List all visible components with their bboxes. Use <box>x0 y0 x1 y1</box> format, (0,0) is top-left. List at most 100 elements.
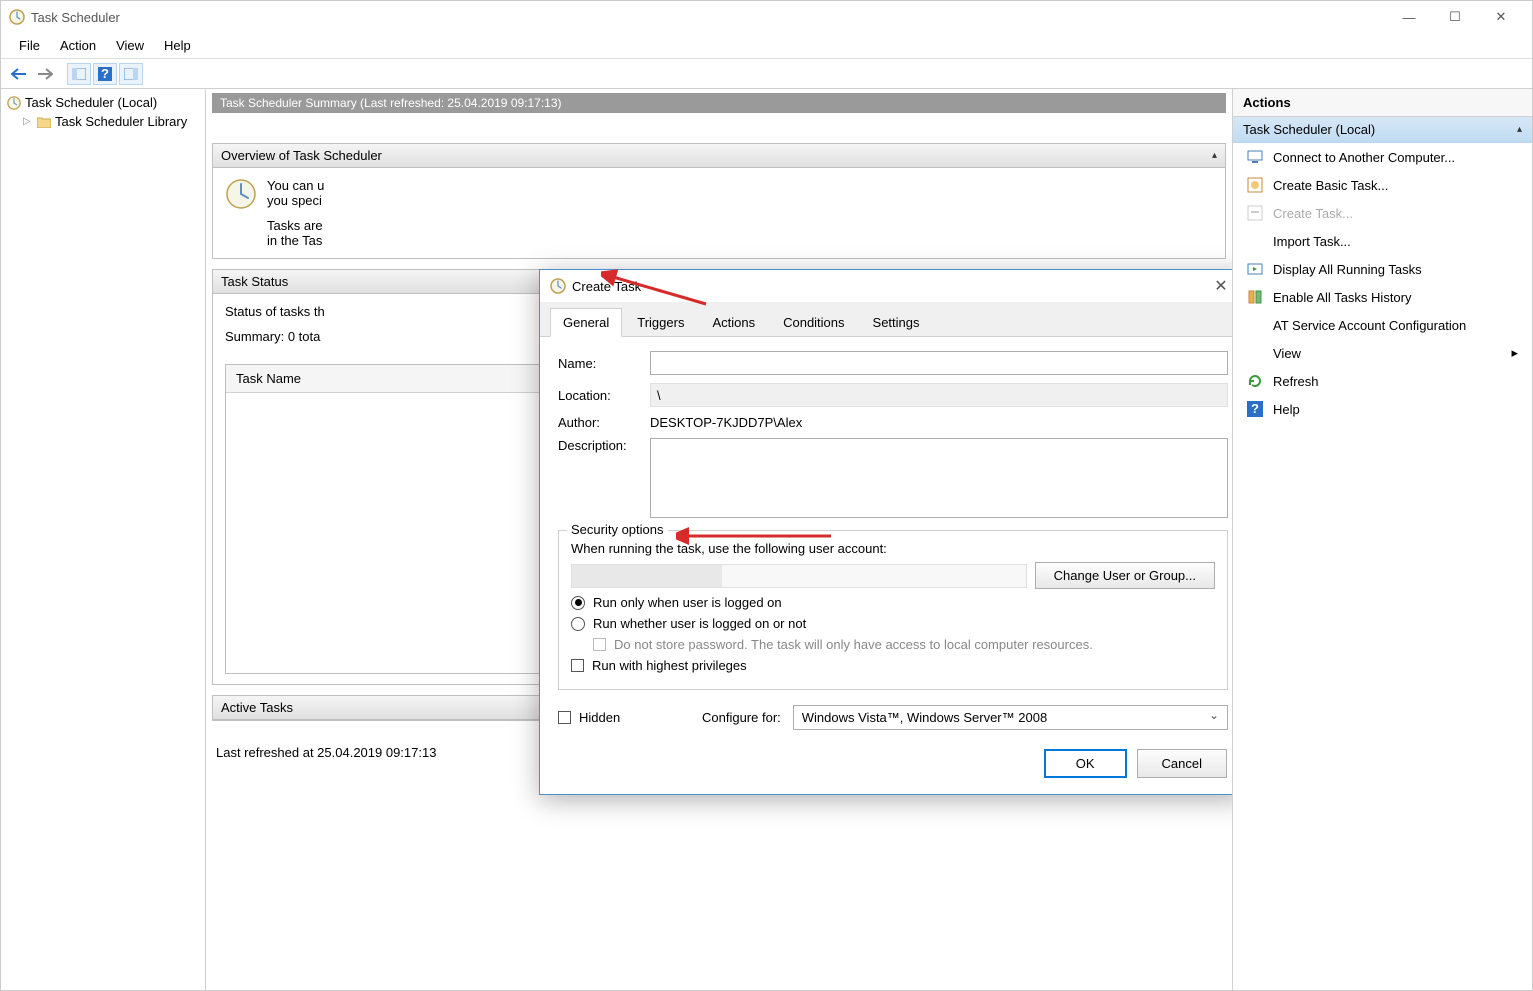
back-button[interactable] <box>7 63 31 85</box>
author-label: Author: <box>558 415 638 430</box>
create-task-dialog: Create Task ✕ General Triggers Actions C… <box>539 269 1232 795</box>
tab-row: General Triggers Actions Conditions Sett… <box>540 302 1232 337</box>
action-create-basic[interactable]: Create Basic Task... <box>1233 171 1532 199</box>
configure-for-label: Configure for: <box>702 710 781 725</box>
close-button[interactable]: ✕ <box>1478 1 1524 33</box>
location-value: \ <box>650 383 1228 407</box>
menu-view[interactable]: View <box>106 35 154 56</box>
actions-section[interactable]: Task Scheduler (Local) ▴ <box>1233 117 1532 143</box>
checkbox-hidden[interactable] <box>558 711 571 724</box>
tree-root[interactable]: Task Scheduler (Local) <box>5 93 201 112</box>
clock-icon <box>550 278 566 294</box>
maximize-button[interactable]: ☐ <box>1432 1 1478 33</box>
when-running-label: When running the task, use the following… <box>571 541 1215 556</box>
tree-library[interactable]: ▷ Task Scheduler Library <box>5 112 201 131</box>
action-display-running-label: Display All Running Tasks <box>1273 262 1422 277</box>
dialog-title-text: Create Task <box>572 279 1206 294</box>
action-enable-history[interactable]: Enable All Tasks History <box>1233 283 1532 311</box>
submenu-arrow-icon: ▸ <box>1511 345 1518 361</box>
minimize-button[interactable]: — <box>1386 1 1432 33</box>
checkbox-no-store-password <box>593 638 606 651</box>
overview-line1: You can u <box>267 178 324 193</box>
clock-icon <box>225 178 257 210</box>
action-import-label: Import Task... <box>1273 234 1351 249</box>
tab-settings[interactable]: Settings <box>860 308 933 336</box>
expander-icon[interactable]: ▷ <box>23 116 33 127</box>
cancel-button[interactable]: Cancel <box>1137 749 1227 778</box>
name-input[interactable] <box>650 351 1228 375</box>
status-line2: Summary: 0 tota <box>225 329 320 344</box>
collapse-up-icon: ▴ <box>1517 124 1522 135</box>
overview-panel: Overview of Task Scheduler ▴ You can u y… <box>212 143 1226 259</box>
show-hide-actions-button[interactable] <box>119 63 143 85</box>
security-options-group: Security options When running the task, … <box>558 530 1228 690</box>
tree-root-label: Task Scheduler (Local) <box>25 95 157 110</box>
overview-line3: Tasks are <box>267 218 323 233</box>
action-connect[interactable]: Connect to Another Computer... <box>1233 143 1532 171</box>
dialog-close-button[interactable]: ✕ <box>1206 276 1232 296</box>
action-at-config-label: AT Service Account Configuration <box>1273 318 1466 333</box>
history-icon <box>1247 289 1263 305</box>
configure-for-select[interactable]: Windows Vista™, Windows Server™ 2008 <box>793 705 1228 730</box>
computer-icon <box>1247 149 1263 165</box>
security-legend: Security options <box>567 522 668 537</box>
task-icon <box>1247 205 1263 221</box>
tree-pane: Task Scheduler (Local) ▷ Task Scheduler … <box>1 89 206 990</box>
tree-library-label: Task Scheduler Library <box>55 114 187 129</box>
running-tasks-icon <box>1247 261 1263 277</box>
hidden-label: Hidden <box>579 710 620 725</box>
action-connect-label: Connect to Another Computer... <box>1273 150 1455 165</box>
radio-run-whether-label: Run whether user is logged on or not <box>593 616 806 631</box>
clock-icon <box>7 96 21 110</box>
menu-file[interactable]: File <box>9 35 50 56</box>
action-create-task-label: Create Task... <box>1273 206 1353 221</box>
description-label: Description: <box>558 438 638 453</box>
action-refresh[interactable]: Refresh <box>1233 367 1532 395</box>
action-create-task[interactable]: Create Task... <box>1233 199 1532 227</box>
active-tasks-title: Active Tasks <box>221 700 293 715</box>
help-toolbar-button[interactable]: ? <box>93 63 117 85</box>
summary-header: Task Scheduler Summary (Last refreshed: … <box>212 93 1226 113</box>
action-at-config[interactable]: AT Service Account Configuration <box>1233 311 1532 339</box>
radio-run-logged-on-label: Run only when user is logged on <box>593 595 782 610</box>
folder-icon <box>37 116 51 128</box>
actions-header: Actions <box>1233 89 1532 117</box>
action-view[interactable]: View ▸ <box>1233 339 1532 367</box>
tab-triggers[interactable]: Triggers <box>624 308 697 336</box>
action-help[interactable]: ? Help <box>1233 395 1532 423</box>
menubar: File Action View Help <box>1 33 1532 59</box>
configure-for-value: Windows Vista™, Windows Server™ 2008 <box>802 710 1047 725</box>
menu-action[interactable]: Action <box>50 35 106 56</box>
clock-icon <box>9 9 25 25</box>
highest-privileges-label: Run with highest privileges <box>592 658 747 673</box>
action-help-label: Help <box>1273 402 1300 417</box>
show-hide-tree-button[interactable] <box>67 63 91 85</box>
task-status-title: Task Status <box>221 274 288 289</box>
action-refresh-label: Refresh <box>1273 374 1319 389</box>
tab-conditions[interactable]: Conditions <box>770 308 857 336</box>
overview-title: Overview of Task Scheduler <box>221 148 382 163</box>
change-user-button[interactable]: Change User or Group... <box>1035 562 1215 589</box>
last-refreshed-label: Last refreshed at 25.04.2019 09:17:13 <box>216 745 436 760</box>
action-display-running[interactable]: Display All Running Tasks <box>1233 255 1532 283</box>
overview-line2: you speci <box>267 193 322 208</box>
action-view-label: View <box>1273 346 1301 361</box>
radio-run-whether[interactable] <box>571 617 585 631</box>
tab-general[interactable]: General <box>550 308 622 337</box>
checkbox-highest-privileges[interactable] <box>571 659 584 672</box>
ok-button[interactable]: OK <box>1044 749 1127 778</box>
description-input[interactable] <box>650 438 1228 518</box>
forward-button[interactable] <box>33 63 57 85</box>
action-import[interactable]: Import Task... <box>1233 227 1532 255</box>
toolbar: ? <box>1 59 1532 89</box>
collapse-up-icon[interactable]: ▴ <box>1212 150 1217 161</box>
name-label: Name: <box>558 356 638 371</box>
tab-actions[interactable]: Actions <box>699 308 768 336</box>
menu-help[interactable]: Help <box>154 35 201 56</box>
author-value: DESKTOP-7KJDD7P\Alex <box>650 415 1228 430</box>
status-line1: Status of tasks th <box>225 304 325 319</box>
center-pane: Task Scheduler Summary (Last refreshed: … <box>206 89 1232 990</box>
action-create-basic-label: Create Basic Task... <box>1273 178 1388 193</box>
no-store-password-label: Do not store password. The task will onl… <box>614 637 1093 652</box>
radio-run-logged-on[interactable] <box>571 596 585 610</box>
